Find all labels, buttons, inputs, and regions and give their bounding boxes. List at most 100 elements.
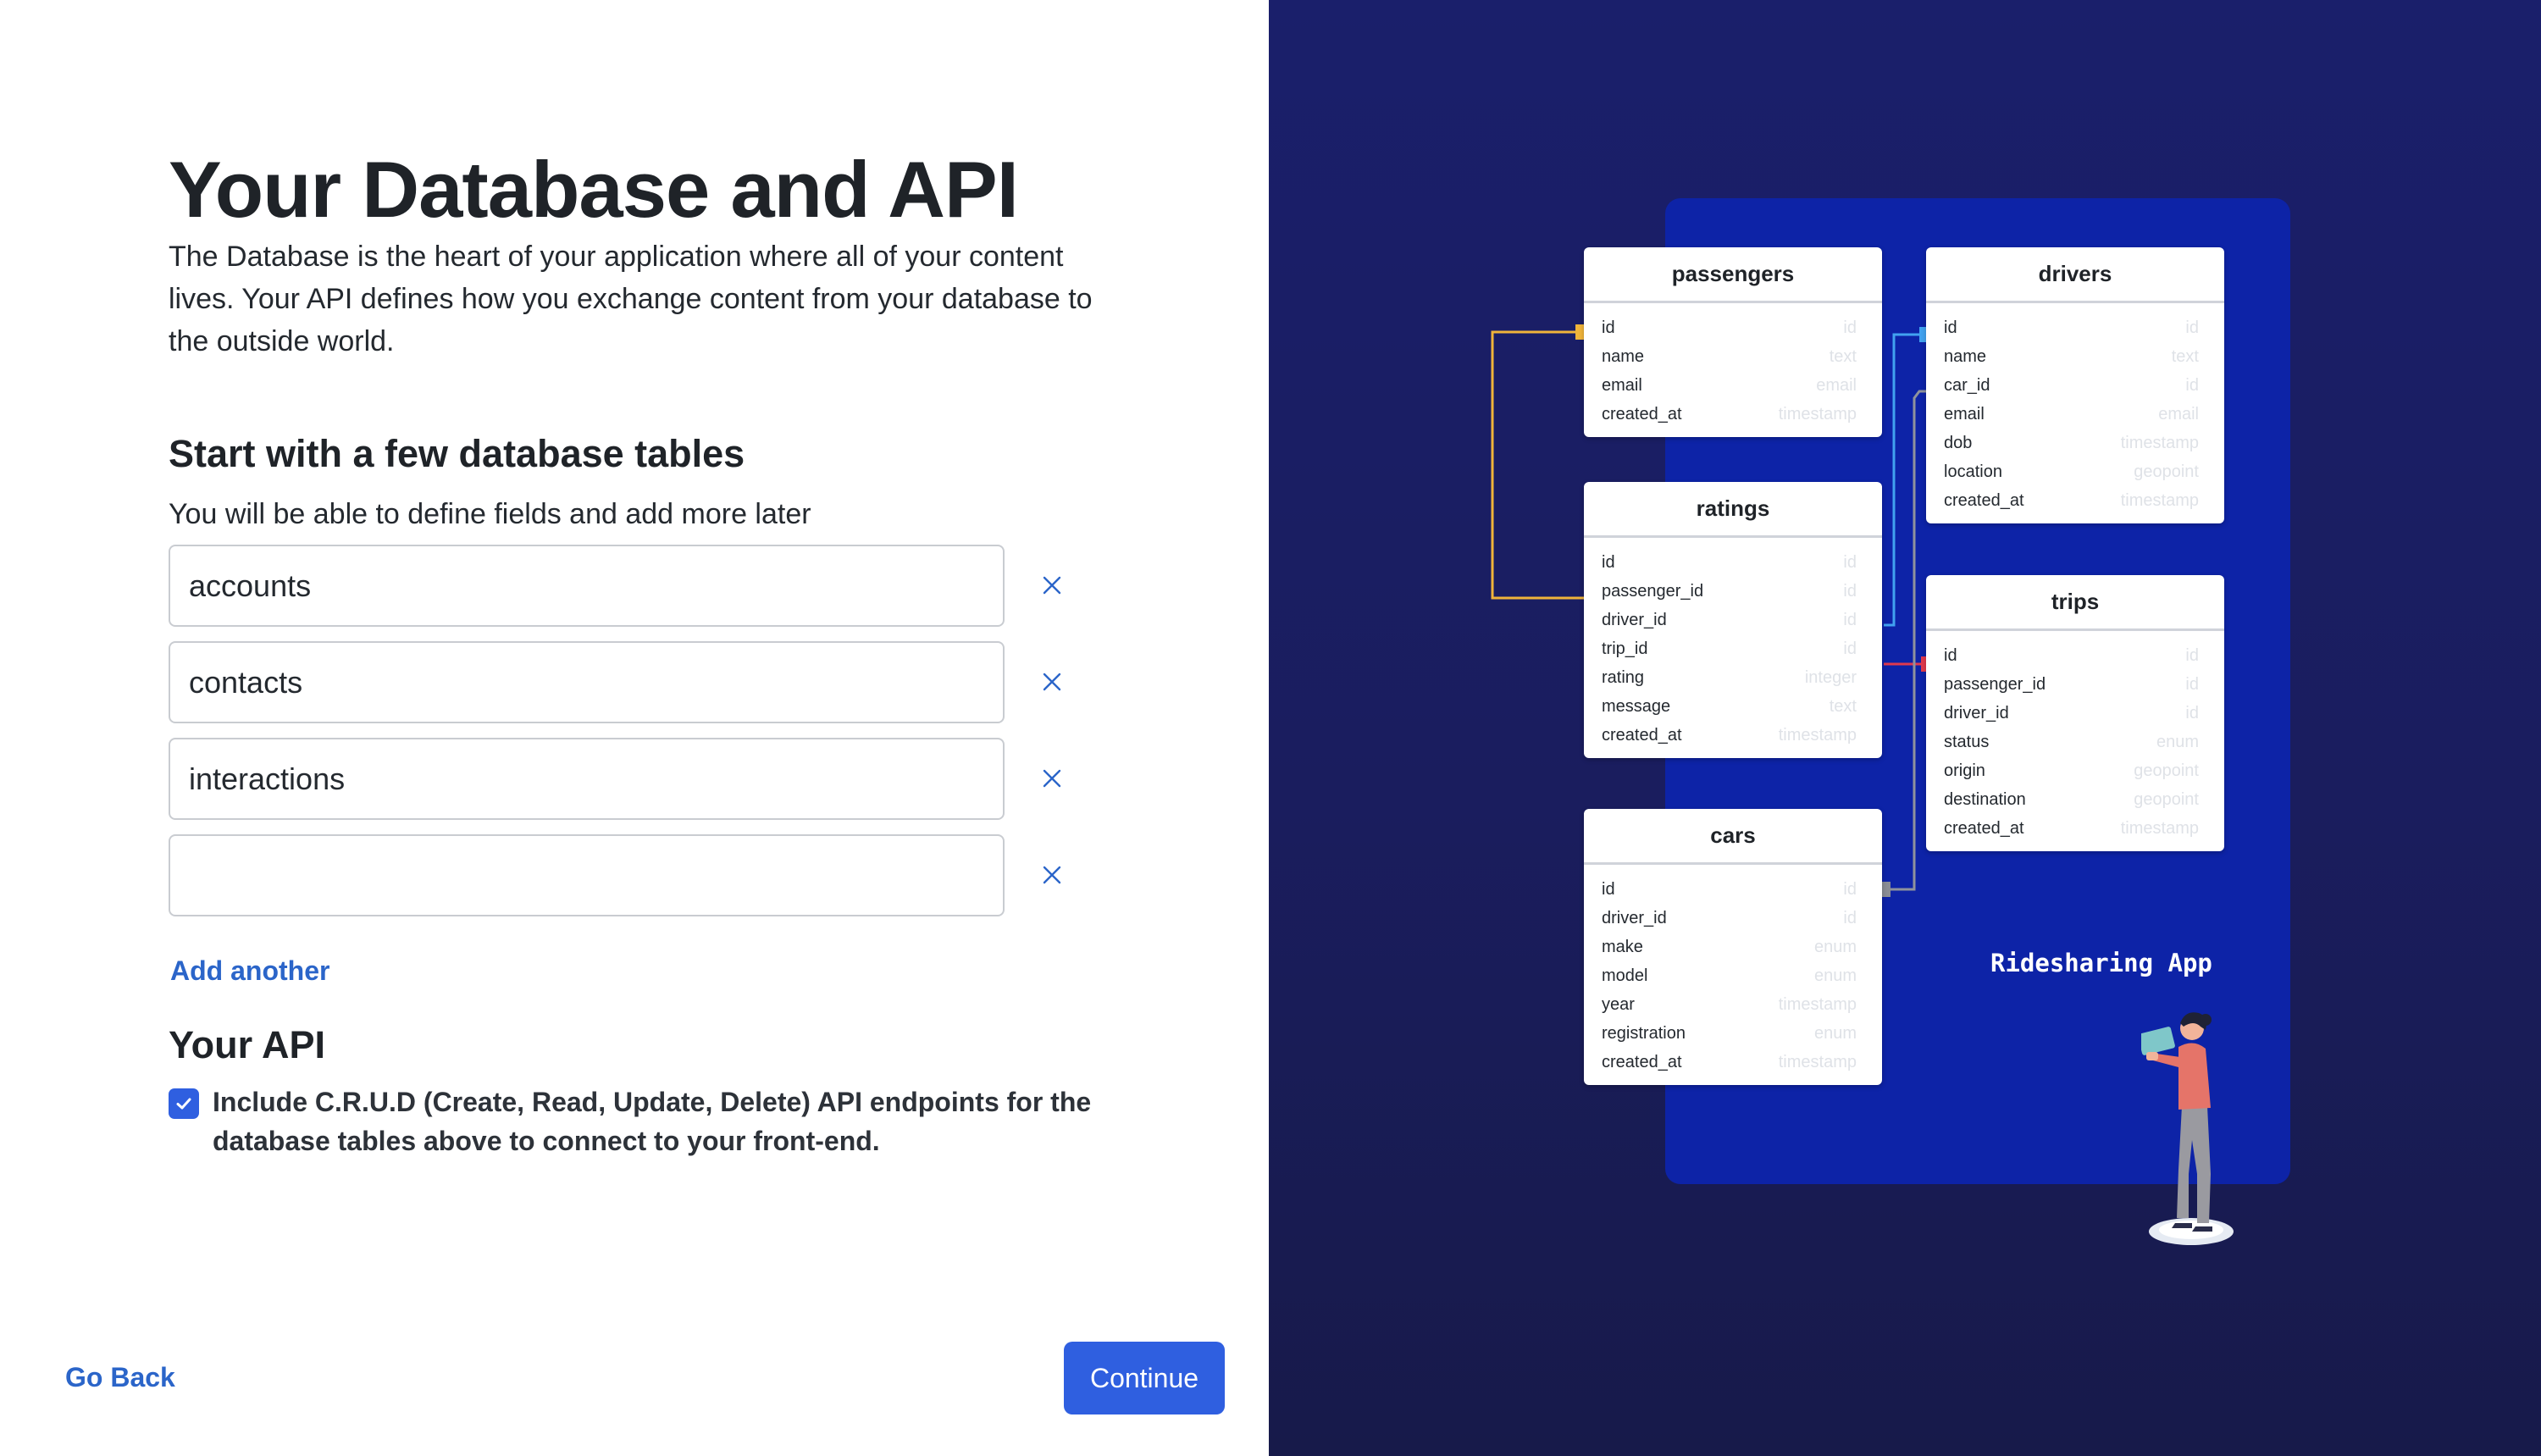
table-field-row: driver_id id (1584, 904, 1882, 933)
field-type: id (1843, 318, 1857, 337)
field-type: id (1843, 581, 1857, 601)
table-title: passengers (1584, 247, 1882, 303)
field-type: enum (2156, 732, 2199, 751)
field-type: email (2158, 404, 2199, 424)
table-field-row: passenger_id id (1584, 577, 1882, 606)
field-name: driver_id (1944, 703, 2009, 722)
field-type: timestamp (1778, 725, 1857, 745)
table-field-row: model enum (1584, 961, 1882, 990)
remove-table-button-1[interactable] (1035, 568, 1069, 602)
table-field-row: email email (1584, 371, 1882, 400)
table-field-row: id id (1584, 875, 1882, 904)
field-name: created_at (1602, 725, 1682, 745)
field-type: timestamp (1778, 404, 1857, 424)
table-name-input-2[interactable] (169, 641, 1005, 723)
field-type: enum (1813, 1023, 1857, 1043)
field-type: timestamp (2120, 433, 2199, 452)
field-type: id (1843, 639, 1857, 658)
table-field-row: created_at timestamp (1926, 814, 2224, 843)
field-type: integer (1804, 667, 1857, 687)
continue-button[interactable]: Continue (1064, 1342, 1225, 1414)
table-trips: trips id id passenger_id id driver_id id st… (1926, 575, 2224, 851)
field-type: id (2185, 375, 2199, 395)
field-name: passenger_id (1944, 674, 2046, 694)
field-name: driver_id (1602, 908, 1667, 927)
field-name: created_at (1944, 490, 2024, 510)
field-type: timestamp (1778, 1052, 1857, 1071)
field-name: name (1944, 346, 1987, 366)
field-name: email (1602, 375, 1642, 395)
table-field-row: message text (1584, 692, 1882, 721)
table-field-row: year timestamp (1584, 990, 1882, 1019)
table-field-row: id id (1926, 641, 2224, 670)
crud-label[interactable]: Include C.R.U.D (Create, Read, Update, D… (213, 1082, 1110, 1160)
field-name: status (1944, 732, 1990, 751)
table-field-row: destination geopoint (1926, 785, 2224, 814)
field-type: text (1829, 346, 1857, 366)
field-type: id (2185, 703, 2199, 722)
close-icon (1043, 769, 1061, 788)
relation-connectors (1491, 324, 1936, 897)
ridesharing-illustration: passengers id id name text email email crea… (1269, 0, 2541, 1456)
tables-heading: Start with a few database tables (169, 432, 745, 475)
field-name: location (1944, 462, 2002, 481)
field-type: geopoint (2134, 761, 2199, 780)
field-name: year (1602, 994, 1635, 1014)
go-back-link[interactable]: Go Back (65, 1362, 175, 1393)
table-field-row: driver_id id (1584, 606, 1882, 634)
close-icon (1043, 866, 1061, 884)
app-name-label: Ridesharing App (1990, 949, 2212, 977)
table-ratings: ratings id id passenger_id id driver_id id … (1584, 482, 1882, 758)
intro-text: The Database is the heart of your applic… (169, 241, 1093, 357)
close-icon (1043, 673, 1061, 691)
field-name: destination (1944, 789, 2026, 809)
table-field-row: status enum (1926, 728, 2224, 756)
table-name-input-4[interactable] (169, 834, 1005, 916)
table-name-input-3[interactable] (169, 738, 1005, 820)
table-field-row: id id (1584, 548, 1882, 577)
field-type: id (1843, 908, 1857, 927)
field-name: trip_id (1602, 639, 1648, 658)
field-name: rating (1602, 667, 1645, 687)
field-name: name (1602, 346, 1645, 366)
drivers-ratings-link (1884, 333, 1929, 627)
field-name: id (1602, 552, 1615, 572)
field-name: message (1602, 696, 1671, 716)
field-type: id (2185, 318, 2199, 337)
field-type: text (2171, 346, 2199, 366)
close-icon (1043, 576, 1061, 595)
table-title: trips (1926, 575, 2224, 631)
field-type: id (1843, 552, 1857, 572)
add-another-link[interactable]: Add another (170, 955, 329, 987)
table-name-input-1[interactable] (169, 545, 1005, 627)
field-name: id (1602, 879, 1615, 899)
table-field-row: passenger_id id (1926, 670, 2224, 699)
table-passengers: passengers id id name text email email crea… (1584, 247, 1882, 437)
field-name: email (1944, 404, 1985, 424)
table-field-row: car_id id (1926, 371, 2224, 400)
table-field-row: created_at timestamp (1584, 400, 1882, 429)
field-name: created_at (1944, 818, 2024, 838)
table-field-row: rating integer (1584, 663, 1882, 692)
table-field-row: trip_id id (1584, 634, 1882, 663)
remove-table-button-3[interactable] (1035, 761, 1069, 795)
crud-checkbox[interactable] (169, 1088, 199, 1119)
field-name: passenger_id (1602, 581, 1704, 601)
page-title: Your Database and API (169, 145, 1019, 234)
field-name: driver_id (1602, 610, 1667, 629)
table-field-row: created_at timestamp (1584, 721, 1882, 750)
table-field-row: created_at timestamp (1926, 486, 2224, 515)
remove-table-button-2[interactable] (1035, 665, 1069, 699)
table-cars: cars id id driver_id id make enum model enum… (1584, 809, 1882, 1085)
field-type: timestamp (2120, 818, 2199, 838)
field-name: dob (1944, 433, 1973, 452)
person-with-tablet-icon (2141, 1012, 2234, 1245)
field-name: id (1944, 645, 1957, 665)
table-field-row: id id (1926, 313, 2224, 342)
table-field-row: id id (1584, 313, 1882, 342)
table-field-row: dob timestamp (1926, 429, 2224, 457)
remove-table-button-4[interactable] (1035, 858, 1069, 892)
field-name: registration (1602, 1023, 1686, 1043)
field-type: timestamp (1778, 994, 1857, 1014)
field-type: text (1829, 696, 1857, 716)
